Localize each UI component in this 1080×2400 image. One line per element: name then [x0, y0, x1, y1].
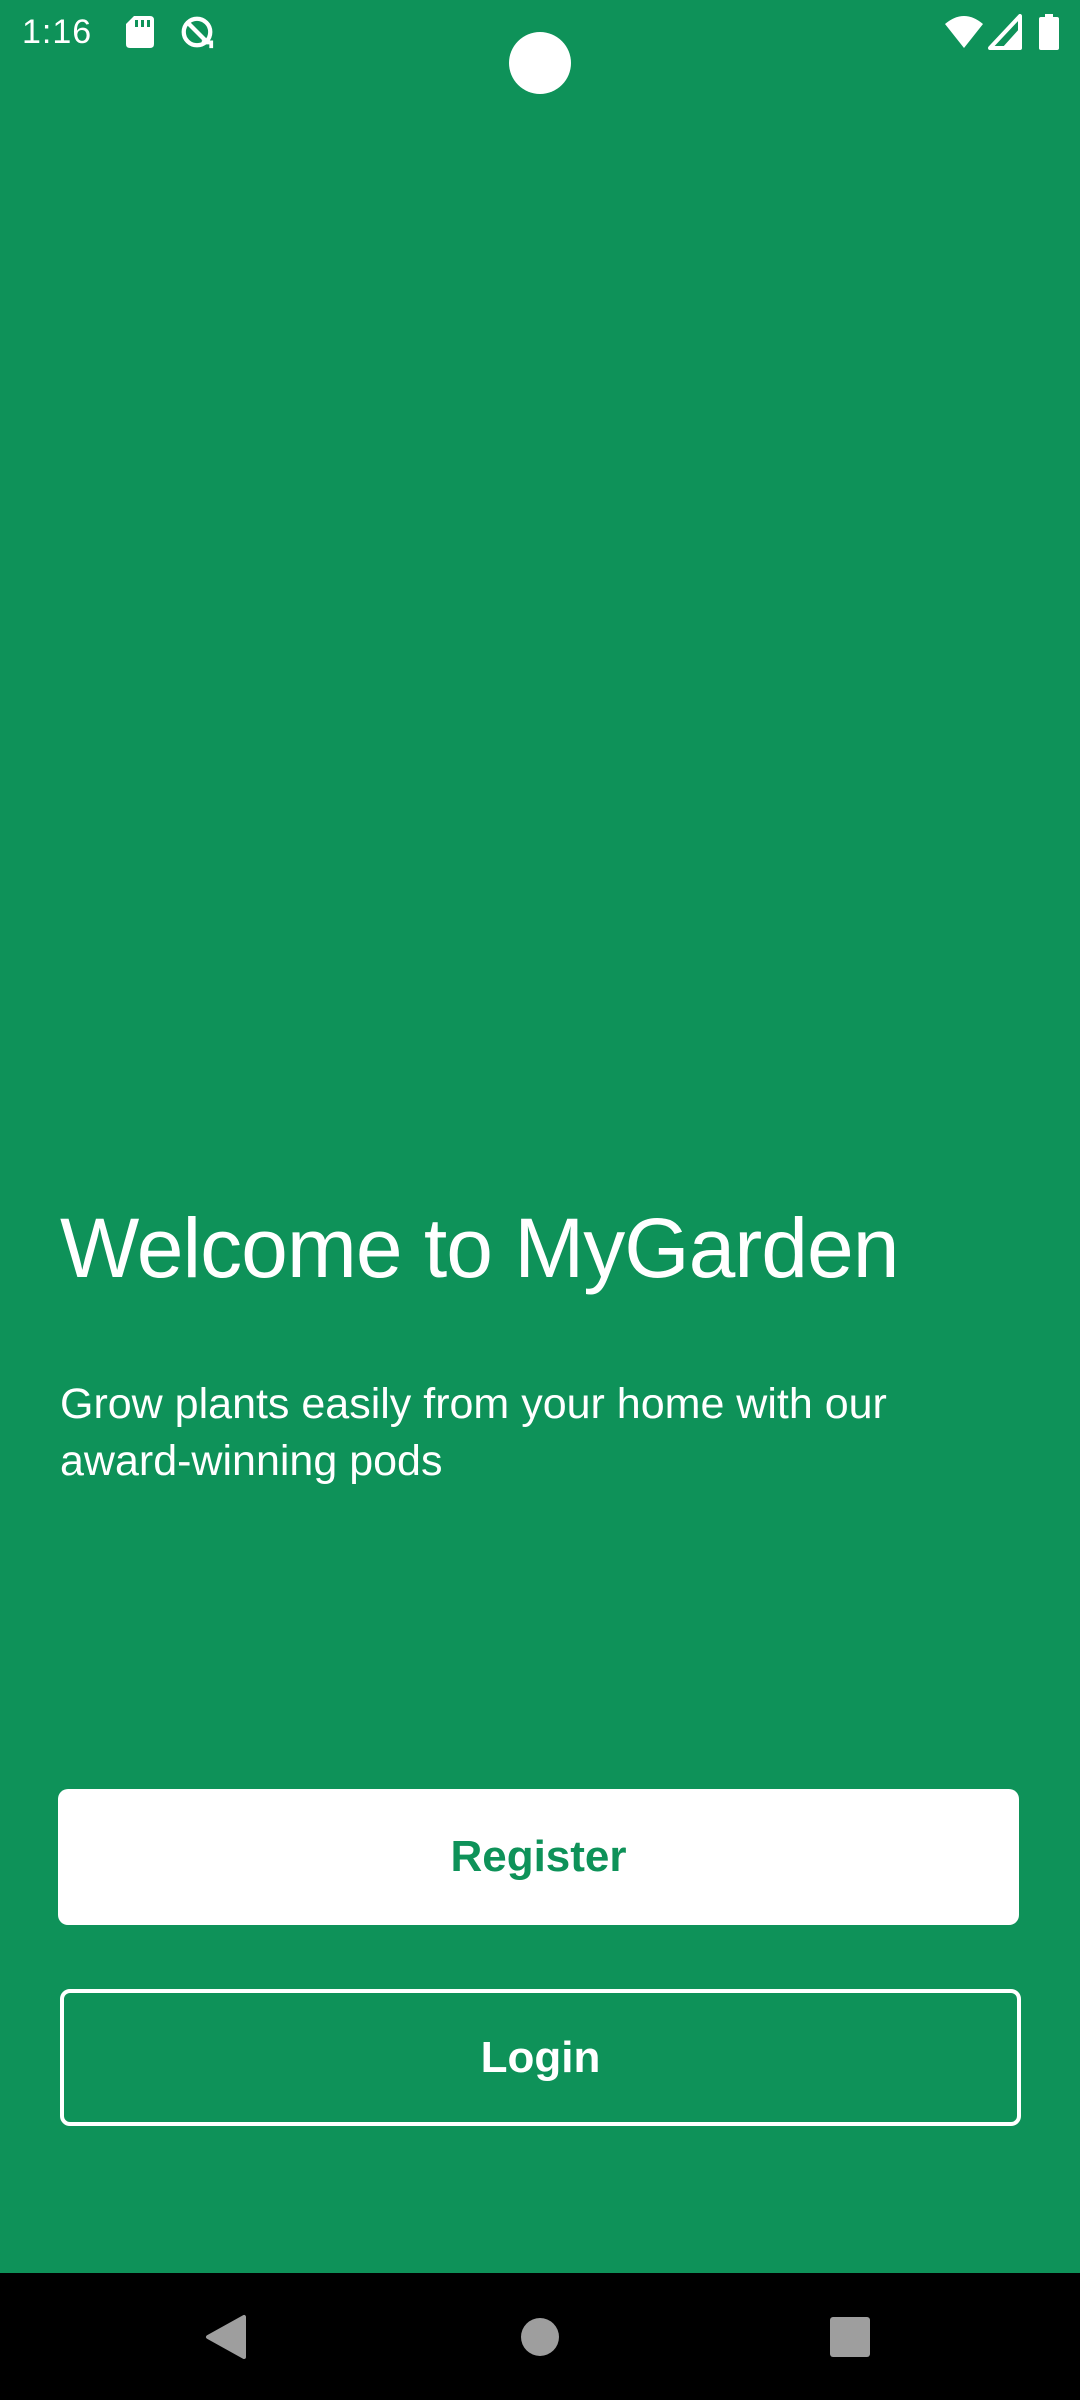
home-icon [521, 2318, 559, 2356]
register-button-label: Register [450, 1832, 627, 1881]
sync-icon [181, 16, 214, 49]
nav-back-button[interactable] [180, 2291, 272, 2383]
recents-icon [830, 2317, 870, 2357]
cell-signal-icon [988, 14, 1022, 50]
camera-cutout [509, 32, 571, 94]
page-title: Welcome to MyGarden [60, 1201, 899, 1295]
back-icon [206, 2315, 246, 2359]
battery-icon [1039, 14, 1059, 50]
welcome-screen: 1:16 Welcome to MyGarden Grow plants eas… [0, 0, 1080, 2400]
register-button[interactable]: Register [58, 1789, 1019, 1925]
status-bar: 1:16 [0, 0, 1080, 94]
nav-home-button[interactable] [494, 2291, 586, 2383]
nav-recents-button[interactable] [804, 2291, 896, 2383]
login-button-label: Login [480, 2032, 601, 2082]
sd-card-icon [126, 16, 154, 48]
wifi-icon [945, 16, 983, 48]
navigation-bar [0, 2273, 1080, 2400]
login-button[interactable]: Login [60, 1989, 1021, 2126]
status-time: 1:16 [22, 13, 93, 51]
page-subtitle: Grow plants easily from your home with o… [60, 1380, 887, 1485]
